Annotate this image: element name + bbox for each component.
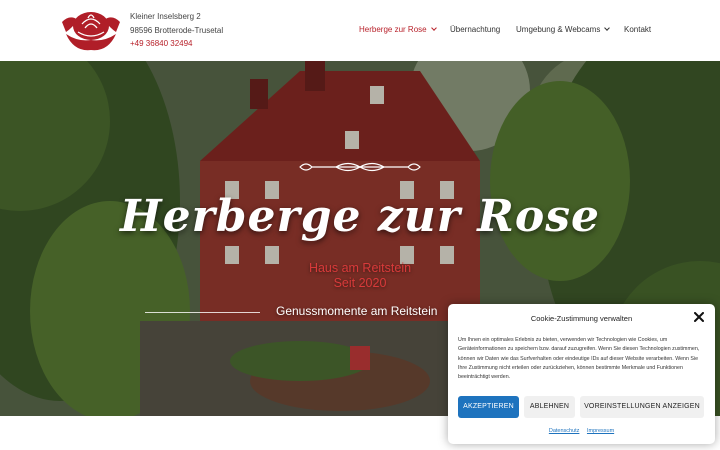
cookie-links: Datenschutz Impressum: [448, 428, 715, 434]
nav-item-herberge[interactable]: Herberge zur Rose: [359, 25, 437, 34]
chevron-down-icon: [430, 25, 437, 31]
chevron-down-icon: [604, 25, 611, 31]
nav-label: Kontakt: [624, 25, 652, 34]
phone-link[interactable]: +49 36840 32494: [130, 37, 223, 51]
ornament-divider-icon: [299, 162, 421, 172]
cookie-description: Um Ihnen ein optimales Erlebnis zu biete…: [458, 337, 700, 381]
imprint-link[interactable]: Impressum: [587, 428, 614, 434]
nav-item-uebernachtung[interactable]: Übernachtung: [450, 25, 500, 34]
cookie-title: Cookie-Zustimmung verwalten: [530, 314, 633, 323]
cookie-consent-dialog: Cookie-Zustimmung verwalten Um Ihnen ein…: [448, 304, 715, 444]
privacy-link[interactable]: Datenschutz: [549, 428, 580, 434]
hero-tagline: Genussmomente am Reitstein: [276, 304, 438, 318]
hero-divider-line: [145, 312, 260, 313]
nav-label: Übernachtung: [450, 25, 501, 34]
address-street: Kleiner Inselsberg 2: [130, 12, 201, 21]
nav-item-umgebung[interactable]: Umgebung & Webcams: [516, 25, 611, 34]
nav-label: Umgebung & Webcams: [516, 25, 601, 34]
hero-subtitle-1: Haus am Reitstein: [308, 261, 412, 275]
close-icon[interactable]: [694, 312, 704, 322]
deny-button[interactable]: ABLEHNEN: [524, 396, 575, 418]
main-nav: Herberge zur Rose Übernachtung Umgebung …: [0, 25, 720, 37]
site-header: Kleiner Inselsberg 2 98596 Brotterode-Tr…: [0, 0, 720, 61]
accept-button[interactable]: AKZEPTIEREN: [458, 396, 519, 418]
nav-label: Herberge zur Rose: [359, 25, 427, 34]
hero-subtitle-2: Seit 2020: [333, 276, 387, 290]
preferences-button[interactable]: VOREINSTELLUNGEN ANZEIGEN: [580, 396, 704, 418]
nav-item-kontakt[interactable]: Kontakt: [624, 25, 651, 34]
hero-title: Herberge zur Rose: [120, 191, 600, 242]
